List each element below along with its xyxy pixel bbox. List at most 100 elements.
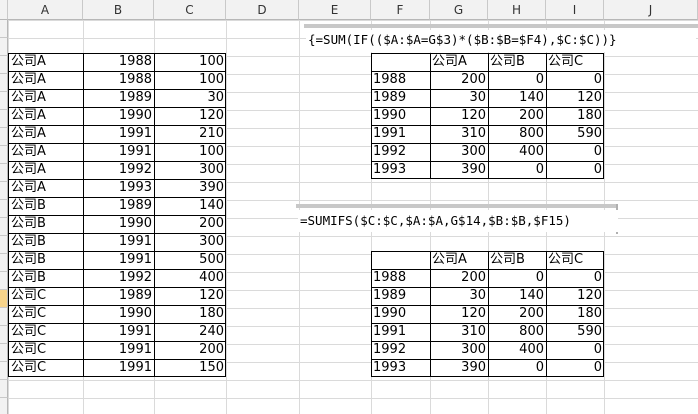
row-header[interactable] <box>0 272 8 290</box>
row-header[interactable] <box>0 236 8 254</box>
row-header[interactable] <box>0 344 8 362</box>
summary-cell[interactable]: 1989 <box>371 89 430 107</box>
column-header-j[interactable]: J <box>604 0 698 20</box>
summary-cell[interactable]: 1990 <box>371 107 430 125</box>
row-header[interactable] <box>0 290 8 308</box>
summary-cell[interactable]: 390 <box>430 161 488 179</box>
source-cell[interactable]: 100 <box>154 53 226 71</box>
summary-cell[interactable]: 200 <box>488 107 546 125</box>
source-cell[interactable]: 500 <box>154 251 226 269</box>
source-cell[interactable]: 1991 <box>83 341 154 359</box>
source-cell[interactable]: 140 <box>154 197 226 215</box>
source-cell[interactable]: 1989 <box>83 197 154 215</box>
summary-cell[interactable]: 400 <box>488 143 546 161</box>
summary-cell[interactable]: 180 <box>546 107 604 125</box>
column-header-f[interactable]: F <box>371 0 430 20</box>
source-cell[interactable]: 公司C <box>9 359 83 377</box>
column-header-h[interactable]: H <box>488 0 546 20</box>
formula-text-2[interactable]: =SUMIFS($C:$C,$A:$A,G$14,$B:$B,$F15) <box>298 210 618 232</box>
summary-cell[interactable]: 590 <box>546 125 604 143</box>
source-cell[interactable]: 200 <box>154 341 226 359</box>
source-cell[interactable]: 公司A <box>9 161 83 179</box>
summary-cell[interactable]: 800 <box>488 323 546 341</box>
summary-cell[interactable]: 200 <box>488 305 546 323</box>
summary-cell[interactable]: 1993 <box>371 359 430 377</box>
formula-text-1[interactable]: {=SUM(IF(($A:$A=G$3)*($B:$B=$F4),$C:$C))… <box>306 30 696 52</box>
summary-cell[interactable]: 1991 <box>371 323 430 341</box>
summary-cell[interactable]: 200 <box>430 269 488 287</box>
row-header[interactable] <box>0 20 8 38</box>
column-header-d[interactable]: D <box>226 0 299 20</box>
summary-header-cell[interactable]: 公司B <box>488 251 546 269</box>
column-header-c[interactable]: C <box>154 0 226 20</box>
source-cell[interactable]: 1990 <box>83 107 154 125</box>
source-cell[interactable]: 1988 <box>83 53 154 71</box>
source-cell[interactable]: 240 <box>154 323 226 341</box>
source-cell[interactable]: 公司A <box>9 89 83 107</box>
source-cell[interactable]: 1988 <box>83 71 154 89</box>
source-cell[interactable]: 公司B <box>9 269 83 287</box>
column-header-i[interactable]: I <box>546 0 604 20</box>
row-header[interactable] <box>0 218 8 236</box>
source-cell[interactable]: 公司A <box>9 53 83 71</box>
source-cell[interactable]: 1991 <box>83 323 154 341</box>
column-header-b[interactable]: B <box>83 0 154 20</box>
source-cell[interactable]: 120 <box>154 107 226 125</box>
row-header[interactable] <box>0 146 8 164</box>
row-header[interactable] <box>0 362 8 380</box>
source-cell[interactable]: 公司C <box>9 305 83 323</box>
source-cell[interactable]: 150 <box>154 359 226 377</box>
source-cell[interactable]: 390 <box>154 179 226 197</box>
row-header[interactable] <box>0 254 8 272</box>
source-cell[interactable]: 1991 <box>83 359 154 377</box>
source-cell[interactable]: 1991 <box>83 143 154 161</box>
summary-cell[interactable]: 400 <box>488 341 546 359</box>
summary-cell[interactable]: 1988 <box>371 71 430 89</box>
select-all-corner[interactable] <box>0 0 8 20</box>
row-header[interactable] <box>0 326 8 344</box>
summary-cell[interactable]: 1993 <box>371 161 430 179</box>
source-cell[interactable]: 公司B <box>9 251 83 269</box>
source-cell[interactable]: 1991 <box>83 251 154 269</box>
summary-cell[interactable]: 0 <box>488 71 546 89</box>
summary-cell[interactable]: 1991 <box>371 125 430 143</box>
summary-cell[interactable]: 300 <box>430 341 488 359</box>
source-cell[interactable]: 公司C <box>9 287 83 305</box>
summary-cell[interactable]: 120 <box>546 89 604 107</box>
row-header[interactable] <box>0 38 8 56</box>
summary-cell[interactable]: 140 <box>488 287 546 305</box>
source-cell[interactable]: 1989 <box>83 89 154 107</box>
summary-cell[interactable]: 180 <box>546 305 604 323</box>
source-cell[interactable]: 180 <box>154 305 226 323</box>
summary-cell[interactable]: 30 <box>430 89 488 107</box>
source-cell[interactable]: 1990 <box>83 305 154 323</box>
summary-header-cell[interactable]: 公司A <box>430 251 488 269</box>
summary-cell[interactable]: 200 <box>430 71 488 89</box>
source-cell[interactable]: 1989 <box>83 287 154 305</box>
source-cell[interactable]: 1992 <box>83 161 154 179</box>
summary-cell[interactable]: 0 <box>488 359 546 377</box>
row-header[interactable] <box>0 110 8 128</box>
row-header[interactable] <box>0 74 8 92</box>
row-header[interactable] <box>0 164 8 182</box>
source-cell[interactable]: 公司B <box>9 233 83 251</box>
source-cell[interactable]: 300 <box>154 233 226 251</box>
summary-cell[interactable]: 120 <box>430 107 488 125</box>
source-cell[interactable]: 1990 <box>83 215 154 233</box>
summary-cell[interactable]: 300 <box>430 143 488 161</box>
summary-header-cell[interactable]: 公司B <box>488 53 546 71</box>
column-header-e[interactable]: E <box>299 0 371 20</box>
summary-corner-cell[interactable] <box>371 53 430 71</box>
summary-cell[interactable]: 0 <box>546 71 604 89</box>
row-header[interactable] <box>0 128 8 146</box>
column-header-g[interactable]: G <box>430 0 488 20</box>
summary-cell[interactable]: 0 <box>546 269 604 287</box>
summary-cell[interactable]: 310 <box>430 125 488 143</box>
source-cell[interactable]: 公司A <box>9 107 83 125</box>
summary-cell[interactable]: 1990 <box>371 305 430 323</box>
column-header-a[interactable]: A <box>8 0 83 20</box>
source-cell[interactable]: 100 <box>154 143 226 161</box>
source-cell[interactable]: 公司A <box>9 71 83 89</box>
source-cell[interactable]: 1993 <box>83 179 154 197</box>
source-cell[interactable]: 公司B <box>9 197 83 215</box>
